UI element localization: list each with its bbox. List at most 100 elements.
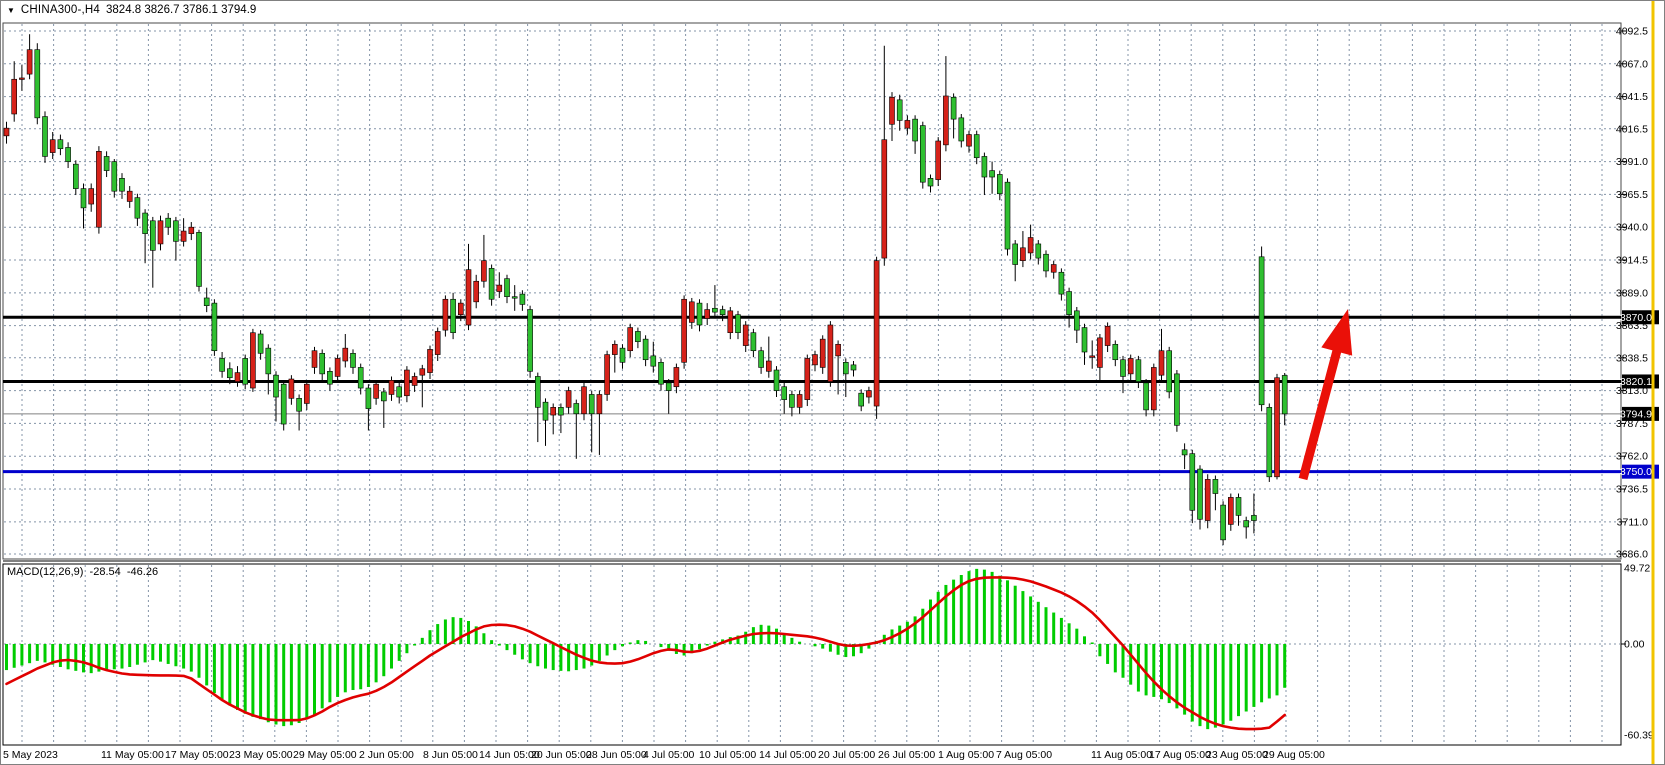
candle — [104, 156, 109, 170]
price-axis-label: 3991.0 — [1616, 156, 1648, 168]
price-axis-label: 3762.0 — [1616, 451, 1648, 463]
candle — [1020, 248, 1025, 261]
candle — [1074, 311, 1079, 330]
candle — [1028, 237, 1033, 252]
candle — [782, 387, 787, 400]
time-axis-label: 14 Jul 05:00 — [759, 749, 816, 761]
candle — [1113, 344, 1118, 359]
candle — [451, 299, 456, 332]
price-tag: 3820.1 — [1620, 376, 1652, 388]
candle — [1267, 407, 1272, 476]
candle — [1090, 356, 1095, 358]
candle — [1082, 328, 1087, 352]
candle — [905, 120, 910, 128]
time-axis-label: 4 Jul 05:00 — [643, 749, 695, 761]
candle — [4, 128, 9, 136]
candle — [466, 270, 471, 325]
candle — [1059, 272, 1064, 294]
candle — [605, 355, 610, 395]
candle — [628, 328, 633, 351]
candle — [204, 298, 209, 306]
price-axis-label: 3889.0 — [1616, 287, 1648, 299]
candle — [212, 303, 217, 351]
time-axis-label: 23 Aug 05:00 — [1206, 749, 1268, 761]
time-axis-label: 29 Aug 05:00 — [1263, 749, 1325, 761]
price-axis-label: 4041.5 — [1616, 91, 1648, 103]
time-axis-label: 10 Jul 05:00 — [699, 749, 756, 761]
time-axis-label: 17 May 05:00 — [165, 749, 229, 761]
candle — [913, 119, 918, 141]
candle — [181, 231, 186, 241]
candle — [1067, 292, 1072, 315]
candle — [412, 376, 417, 385]
candle — [120, 178, 125, 191]
candle — [1205, 479, 1210, 520]
time-axis-label: 7 Aug 05:00 — [996, 749, 1052, 761]
candle — [659, 362, 664, 384]
candle — [674, 367, 679, 386]
candle — [135, 198, 140, 219]
candle — [66, 147, 71, 161]
candle — [381, 392, 386, 401]
candle — [81, 189, 86, 208]
candle — [512, 297, 517, 299]
candle — [528, 310, 533, 372]
candle — [797, 394, 802, 407]
candle — [189, 227, 194, 233]
candle — [389, 380, 394, 394]
candle — [1013, 244, 1018, 265]
candle — [743, 325, 748, 346]
candle — [582, 387, 587, 414]
candle — [358, 367, 363, 388]
candle — [1036, 244, 1041, 258]
time-axis-label: 11 May 05:00 — [101, 749, 164, 761]
candle — [689, 302, 694, 323]
candle — [443, 299, 448, 330]
candle — [243, 358, 248, 384]
time-axis-label: 2 Jun 05:00 — [359, 749, 414, 761]
candle — [1128, 358, 1133, 373]
candle — [1174, 374, 1179, 425]
candle — [759, 351, 764, 368]
candle — [127, 191, 132, 201]
candle — [351, 353, 356, 367]
candle — [551, 407, 556, 415]
symbol-dropdown-icon[interactable]: ▼ — [7, 6, 15, 15]
candle — [320, 353, 325, 374]
candle — [859, 393, 864, 406]
time-axis-label: 8 Jun 05:00 — [423, 749, 478, 761]
candle — [458, 303, 463, 315]
candle — [866, 391, 871, 397]
price-chart-svg[interactable]: 4092.54067.04041.54016.53991.03965.53940… — [1, 1, 1665, 765]
candle — [428, 349, 433, 372]
macd-indicator-label: MACD(12,26,9) -28.54 -46.26 — [7, 566, 158, 578]
candle — [274, 375, 279, 397]
candle — [682, 299, 687, 362]
candle — [1005, 182, 1010, 249]
candle — [1275, 378, 1280, 477]
candle — [974, 135, 979, 158]
candle — [928, 178, 933, 186]
time-axis-label: 20 Jun 05:00 — [531, 749, 592, 761]
candle — [19, 78, 24, 80]
candle — [197, 232, 202, 286]
candle — [1167, 351, 1172, 392]
candle — [43, 117, 48, 157]
price-axis-label: 4016.5 — [1616, 123, 1648, 135]
candle — [435, 331, 440, 354]
candle — [312, 351, 317, 368]
candle — [1236, 497, 1241, 515]
candle — [828, 325, 833, 382]
price-axis-label: 4067.0 — [1616, 58, 1648, 70]
time-axis-label: 17 Aug 05:00 — [1149, 749, 1211, 761]
candle — [150, 221, 155, 251]
candle — [1282, 375, 1287, 413]
candle — [12, 79, 17, 114]
candle — [173, 221, 178, 242]
macd-signal-value: -46.26 — [124, 566, 158, 578]
candle — [774, 370, 779, 391]
candle — [836, 344, 841, 356]
candle — [327, 371, 332, 384]
candle — [250, 333, 255, 388]
candle — [1144, 383, 1149, 410]
